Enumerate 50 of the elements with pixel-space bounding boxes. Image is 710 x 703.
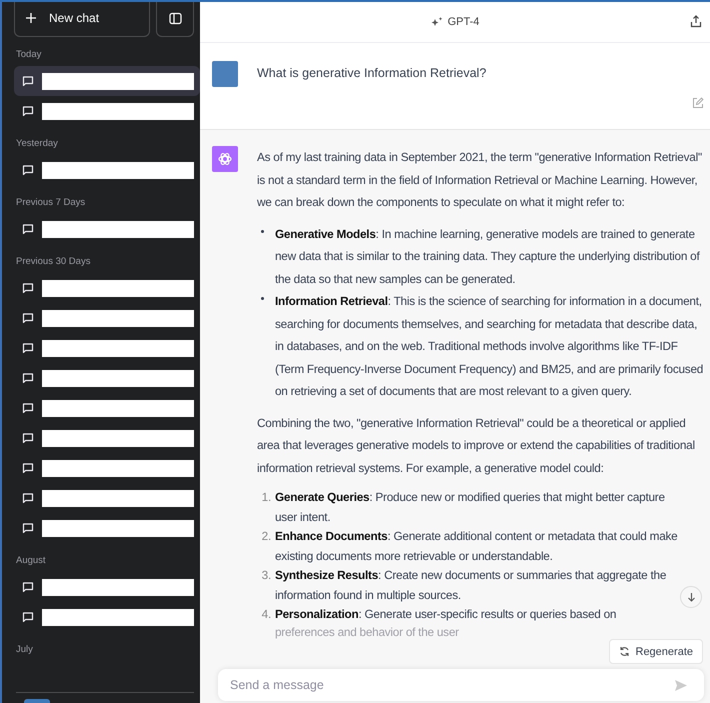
chat-bubble-icon — [22, 282, 34, 294]
message-input[interactable]: Send a message — [218, 669, 704, 701]
list-number: 3. — [260, 567, 271, 584]
chat-bubble-icon — [22, 342, 34, 354]
section-label: Yesterday — [15, 137, 59, 151]
chat-bubble-icon — [22, 312, 34, 324]
down-arrow-icon — [686, 592, 696, 602]
list-item-text: Synthesize Results: Create new documents or summaries that aggregate the information found in multiple sources. — [275, 567, 668, 604]
list-number: 2. — [260, 528, 271, 545]
chat-bubble-icon — [22, 522, 34, 534]
user-avatar — [212, 61, 238, 87]
chat-bubble-icon — [22, 492, 34, 504]
list-item-text: Enhance Documents: Generate additional content or metadata that could make existing documents more retrievable or understandable. — [275, 528, 678, 564]
section-label: Previous 7 Days — [15, 196, 86, 210]
section-label: Previous 30 Days — [15, 255, 92, 269]
chat-bubble-icon — [22, 105, 34, 117]
list-number: 4. — [260, 606, 271, 623]
answer-paragraph: As of my last training data in September 2021, the term "generative Information Retrieval" is not a standard term in the field of Information Retrieval or Machine Learning. However, we can break down the components to speculate on what it might refer to: — [257, 149, 703, 211]
chat-bubble-icon — [22, 164, 34, 176]
list-number: 1. — [260, 489, 271, 506]
chat-bubble-icon — [22, 581, 34, 593]
chat-bubble-icon — [22, 611, 34, 623]
chat-bubble-icon — [22, 402, 34, 414]
sidebar-toggle-button[interactable] — [156, 2, 194, 37]
sparkle-icon — [430, 16, 443, 28]
user-message: What is generative Information Retrieval? — [257, 66, 486, 80]
knot-logo-icon — [217, 151, 233, 167]
regenerate-button[interactable]: Regenerate — [608, 639, 703, 664]
chat-bubble-icon — [22, 223, 34, 235]
model-label[interactable]: GPT-4 — [430, 16, 480, 28]
chat-bubble-icon — [22, 432, 34, 444]
sidebar-icon — [168, 12, 182, 24]
bullet-item: Information Retrieval: This is the science of searching for information in a document, searching for documents themselves, and searching for metadata that describe data, in databases, and on the web. Traditional methods involve algorithms like TF-IDF (Term Frequency-Inverse Document Frequency) and BM25, and are primarily focused on retrieving a set of documents that are most relevant to a given query. — [261, 290, 706, 402]
section-label: August — [15, 554, 47, 568]
plus-icon — [25, 12, 37, 24]
scroll-down-button[interactable] — [680, 586, 702, 608]
list-item-text: preferences and behavior of the user — [275, 624, 459, 640]
section-label: July — [15, 643, 34, 657]
section-label: Today — [15, 48, 42, 62]
chat-bubble-icon — [22, 75, 34, 87]
answer-paragraph: Combining the two, "generative Information Retrieval" could be a theoretical or applied area that leverages generative models to improve or extend the capabilities of traditional information retrieval systems. For example, a generative model could: — [257, 414, 696, 476]
chat-bubble-icon — [22, 462, 34, 474]
list-item-text: Personalization: Generate user-specific results or queries based on — [275, 606, 616, 623]
chat-bubble-icon — [22, 372, 34, 384]
list-item-text: Generate Queries: Produce new or modified queries that might better capture user intent. — [275, 489, 666, 526]
bullet-item: Generative Models: In machine learning, generative models are trained to generate new data that is similar to the training data. They capture the underlying distribution of the data so that new samples can be generated. — [261, 222, 706, 290]
chat-item[interactable] — [14, 66, 200, 96]
new-chat-button[interactable]: New chat — [14, 2, 150, 37]
refresh-icon — [618, 646, 630, 657]
share-icon[interactable] — [690, 15, 702, 28]
